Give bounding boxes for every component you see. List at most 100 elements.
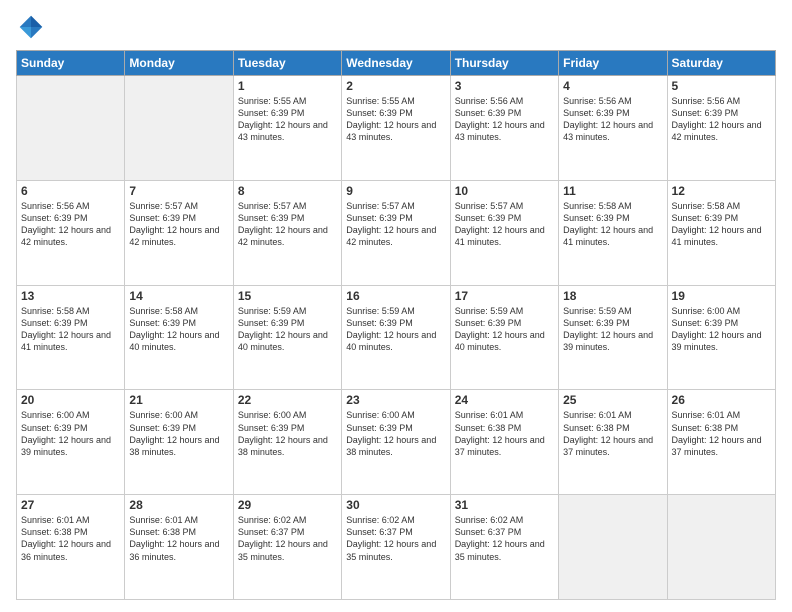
calendar-cell: 2 Sunrise: 5:55 AMSunset: 6:39 PMDaylight… bbox=[342, 76, 450, 181]
day-number: 5 bbox=[672, 79, 771, 93]
day-number: 1 bbox=[238, 79, 337, 93]
calendar-cell: 3 Sunrise: 5:56 AMSunset: 6:39 PMDaylight… bbox=[450, 76, 558, 181]
calendar-cell: 4 Sunrise: 5:56 AMSunset: 6:39 PMDaylight… bbox=[559, 76, 667, 181]
day-number: 7 bbox=[129, 184, 228, 198]
day-info: Sunrise: 6:01 AMSunset: 6:38 PMDaylight:… bbox=[21, 514, 120, 563]
day-number: 26 bbox=[672, 393, 771, 407]
day-info: Sunrise: 5:59 AMSunset: 6:39 PMDaylight:… bbox=[238, 305, 337, 354]
calendar-cell: 25Sunrise: 6:01 AMSunset: 6:38 PMDayligh… bbox=[559, 390, 667, 495]
day-info: Sunrise: 6:00 AMSunset: 6:39 PMDaylight:… bbox=[129, 409, 228, 458]
day-number: 18 bbox=[563, 289, 662, 303]
calendar-cell: 14 Sunrise: 5:58 AMSunset: 6:39 PMDayligh… bbox=[125, 285, 233, 390]
day-number: 9 bbox=[346, 184, 445, 198]
day-number: 3 bbox=[455, 79, 554, 93]
day-info: Sunrise: 6:00 AMSunset: 6:39 PMDaylight:… bbox=[672, 305, 771, 354]
day-info: Sunrise: 5:58 AMSunset: 6:39 PMDaylight:… bbox=[21, 305, 120, 354]
calendar-cell: 9 Sunrise: 5:57 AMSunset: 6:39 PMDaylight… bbox=[342, 180, 450, 285]
weekday-header-thursday: Thursday bbox=[450, 51, 558, 76]
day-number: 29 bbox=[238, 498, 337, 512]
calendar-cell: 5Sunrise: 5:56 AMSunset: 6:39 PMDaylight… bbox=[667, 76, 775, 181]
day-number: 19 bbox=[672, 289, 771, 303]
day-info: Sunrise: 5:57 AMSunset: 6:39 PMDaylight:… bbox=[455, 200, 554, 249]
weekday-header-saturday: Saturday bbox=[667, 51, 775, 76]
day-number: 27 bbox=[21, 498, 120, 512]
calendar-cell: 30 Sunrise: 6:02 AMSunset: 6:37 PMDayligh… bbox=[342, 495, 450, 600]
day-info: Sunrise: 6:01 AMSunset: 6:38 PMDaylight:… bbox=[455, 409, 554, 458]
day-info: Sunrise: 6:00 AMSunset: 6:39 PMDaylight:… bbox=[238, 409, 337, 458]
calendar-cell: 26Sunrise: 6:01 AMSunset: 6:38 PMDayligh… bbox=[667, 390, 775, 495]
day-number: 16 bbox=[346, 289, 445, 303]
day-number: 10 bbox=[455, 184, 554, 198]
day-info: Sunrise: 5:56 AMSunset: 6:39 PMDaylight:… bbox=[563, 95, 662, 144]
calendar-week-5: 27 Sunrise: 6:01 AMSunset: 6:38 PMDayligh… bbox=[17, 495, 776, 600]
weekday-header-wednesday: Wednesday bbox=[342, 51, 450, 76]
calendar-week-4: 20 Sunrise: 6:00 AMSunset: 6:39 PMDayligh… bbox=[17, 390, 776, 495]
day-number: 8 bbox=[238, 184, 337, 198]
day-info: Sunrise: 5:55 AMSunset: 6:39 PMDaylight:… bbox=[238, 95, 337, 144]
weekday-header-friday: Friday bbox=[559, 51, 667, 76]
weekday-header-monday: Monday bbox=[125, 51, 233, 76]
day-info: Sunrise: 5:59 AMSunset: 6:39 PMDaylight:… bbox=[455, 305, 554, 354]
calendar-cell: 6Sunrise: 5:56 AMSunset: 6:39 PMDaylight… bbox=[17, 180, 125, 285]
calendar-cell: 7Sunrise: 5:57 AMSunset: 6:39 PMDaylight… bbox=[125, 180, 233, 285]
calendar-cell: 15Sunrise: 5:59 AMSunset: 6:39 PMDayligh… bbox=[233, 285, 341, 390]
day-number: 17 bbox=[455, 289, 554, 303]
day-info: Sunrise: 6:00 AMSunset: 6:39 PMDaylight:… bbox=[21, 409, 120, 458]
page: SundayMondayTuesdayWednesdayThursdayFrid… bbox=[0, 0, 792, 612]
calendar-body: 1 Sunrise: 5:55 AMSunset: 6:39 PMDaylight… bbox=[17, 76, 776, 600]
calendar-cell: 23Sunrise: 6:00 AMSunset: 6:39 PMDayligh… bbox=[342, 390, 450, 495]
header bbox=[16, 12, 776, 42]
day-info: Sunrise: 5:58 AMSunset: 6:39 PMDaylight:… bbox=[129, 305, 228, 354]
calendar-cell: 24 Sunrise: 6:01 AMSunset: 6:38 PMDayligh… bbox=[450, 390, 558, 495]
calendar-cell: 28 Sunrise: 6:01 AMSunset: 6:38 PMDayligh… bbox=[125, 495, 233, 600]
day-number: 2 bbox=[346, 79, 445, 93]
calendar-cell: 18 Sunrise: 5:59 AMSunset: 6:39 PMDayligh… bbox=[559, 285, 667, 390]
calendar-week-1: 1 Sunrise: 5:55 AMSunset: 6:39 PMDaylight… bbox=[17, 76, 776, 181]
day-number: 4 bbox=[563, 79, 662, 93]
day-info: Sunrise: 5:59 AMSunset: 6:39 PMDaylight:… bbox=[346, 305, 445, 354]
calendar-cell: 17 Sunrise: 5:59 AMSunset: 6:39 PMDayligh… bbox=[450, 285, 558, 390]
logo-icon bbox=[16, 12, 46, 42]
weekday-header-tuesday: Tuesday bbox=[233, 51, 341, 76]
day-info: Sunrise: 5:58 AMSunset: 6:39 PMDaylight:… bbox=[563, 200, 662, 249]
day-info: Sunrise: 5:57 AMSunset: 6:39 PMDaylight:… bbox=[346, 200, 445, 249]
day-info: Sunrise: 5:56 AMSunset: 6:39 PMDaylight:… bbox=[455, 95, 554, 144]
day-number: 30 bbox=[346, 498, 445, 512]
calendar-cell: 19 Sunrise: 6:00 AMSunset: 6:39 PMDayligh… bbox=[667, 285, 775, 390]
calendar-cell: 12Sunrise: 5:58 AMSunset: 6:39 PMDayligh… bbox=[667, 180, 775, 285]
day-number: 21 bbox=[129, 393, 228, 407]
calendar-cell bbox=[125, 76, 233, 181]
weekday-row: SundayMondayTuesdayWednesdayThursdayFrid… bbox=[17, 51, 776, 76]
day-info: Sunrise: 5:57 AMSunset: 6:39 PMDaylight:… bbox=[238, 200, 337, 249]
day-info: Sunrise: 6:02 AMSunset: 6:37 PMDaylight:… bbox=[238, 514, 337, 563]
calendar-cell: 16 Sunrise: 5:59 AMSunset: 6:39 PMDayligh… bbox=[342, 285, 450, 390]
day-info: Sunrise: 6:01 AMSunset: 6:38 PMDaylight:… bbox=[129, 514, 228, 563]
day-number: 23 bbox=[346, 393, 445, 407]
day-number: 20 bbox=[21, 393, 120, 407]
calendar-cell: 22 Sunrise: 6:00 AMSunset: 6:39 PMDayligh… bbox=[233, 390, 341, 495]
calendar-cell: 11 Sunrise: 5:58 AMSunset: 6:39 PMDayligh… bbox=[559, 180, 667, 285]
calendar: SundayMondayTuesdayWednesdayThursdayFrid… bbox=[16, 50, 776, 600]
day-info: Sunrise: 6:02 AMSunset: 6:37 PMDaylight:… bbox=[455, 514, 554, 563]
day-number: 25 bbox=[563, 393, 662, 407]
day-info: Sunrise: 5:59 AMSunset: 6:39 PMDaylight:… bbox=[563, 305, 662, 354]
day-number: 24 bbox=[455, 393, 554, 407]
calendar-week-2: 6Sunrise: 5:56 AMSunset: 6:39 PMDaylight… bbox=[17, 180, 776, 285]
calendar-cell: 1 Sunrise: 5:55 AMSunset: 6:39 PMDaylight… bbox=[233, 76, 341, 181]
day-info: Sunrise: 5:55 AMSunset: 6:39 PMDaylight:… bbox=[346, 95, 445, 144]
day-number: 13 bbox=[21, 289, 120, 303]
day-number: 11 bbox=[563, 184, 662, 198]
calendar-cell: 20 Sunrise: 6:00 AMSunset: 6:39 PMDayligh… bbox=[17, 390, 125, 495]
day-number: 28 bbox=[129, 498, 228, 512]
calendar-cell: 21 Sunrise: 6:00 AMSunset: 6:39 PMDayligh… bbox=[125, 390, 233, 495]
calendar-cell: 13 Sunrise: 5:58 AMSunset: 6:39 PMDayligh… bbox=[17, 285, 125, 390]
day-number: 22 bbox=[238, 393, 337, 407]
calendar-cell: 29 Sunrise: 6:02 AMSunset: 6:37 PMDayligh… bbox=[233, 495, 341, 600]
day-number: 6 bbox=[21, 184, 120, 198]
calendar-cell bbox=[17, 76, 125, 181]
day-info: Sunrise: 6:02 AMSunset: 6:37 PMDaylight:… bbox=[346, 514, 445, 563]
calendar-week-3: 13 Sunrise: 5:58 AMSunset: 6:39 PMDayligh… bbox=[17, 285, 776, 390]
calendar-cell bbox=[667, 495, 775, 600]
calendar-cell: 27 Sunrise: 6:01 AMSunset: 6:38 PMDayligh… bbox=[17, 495, 125, 600]
day-number: 14 bbox=[129, 289, 228, 303]
